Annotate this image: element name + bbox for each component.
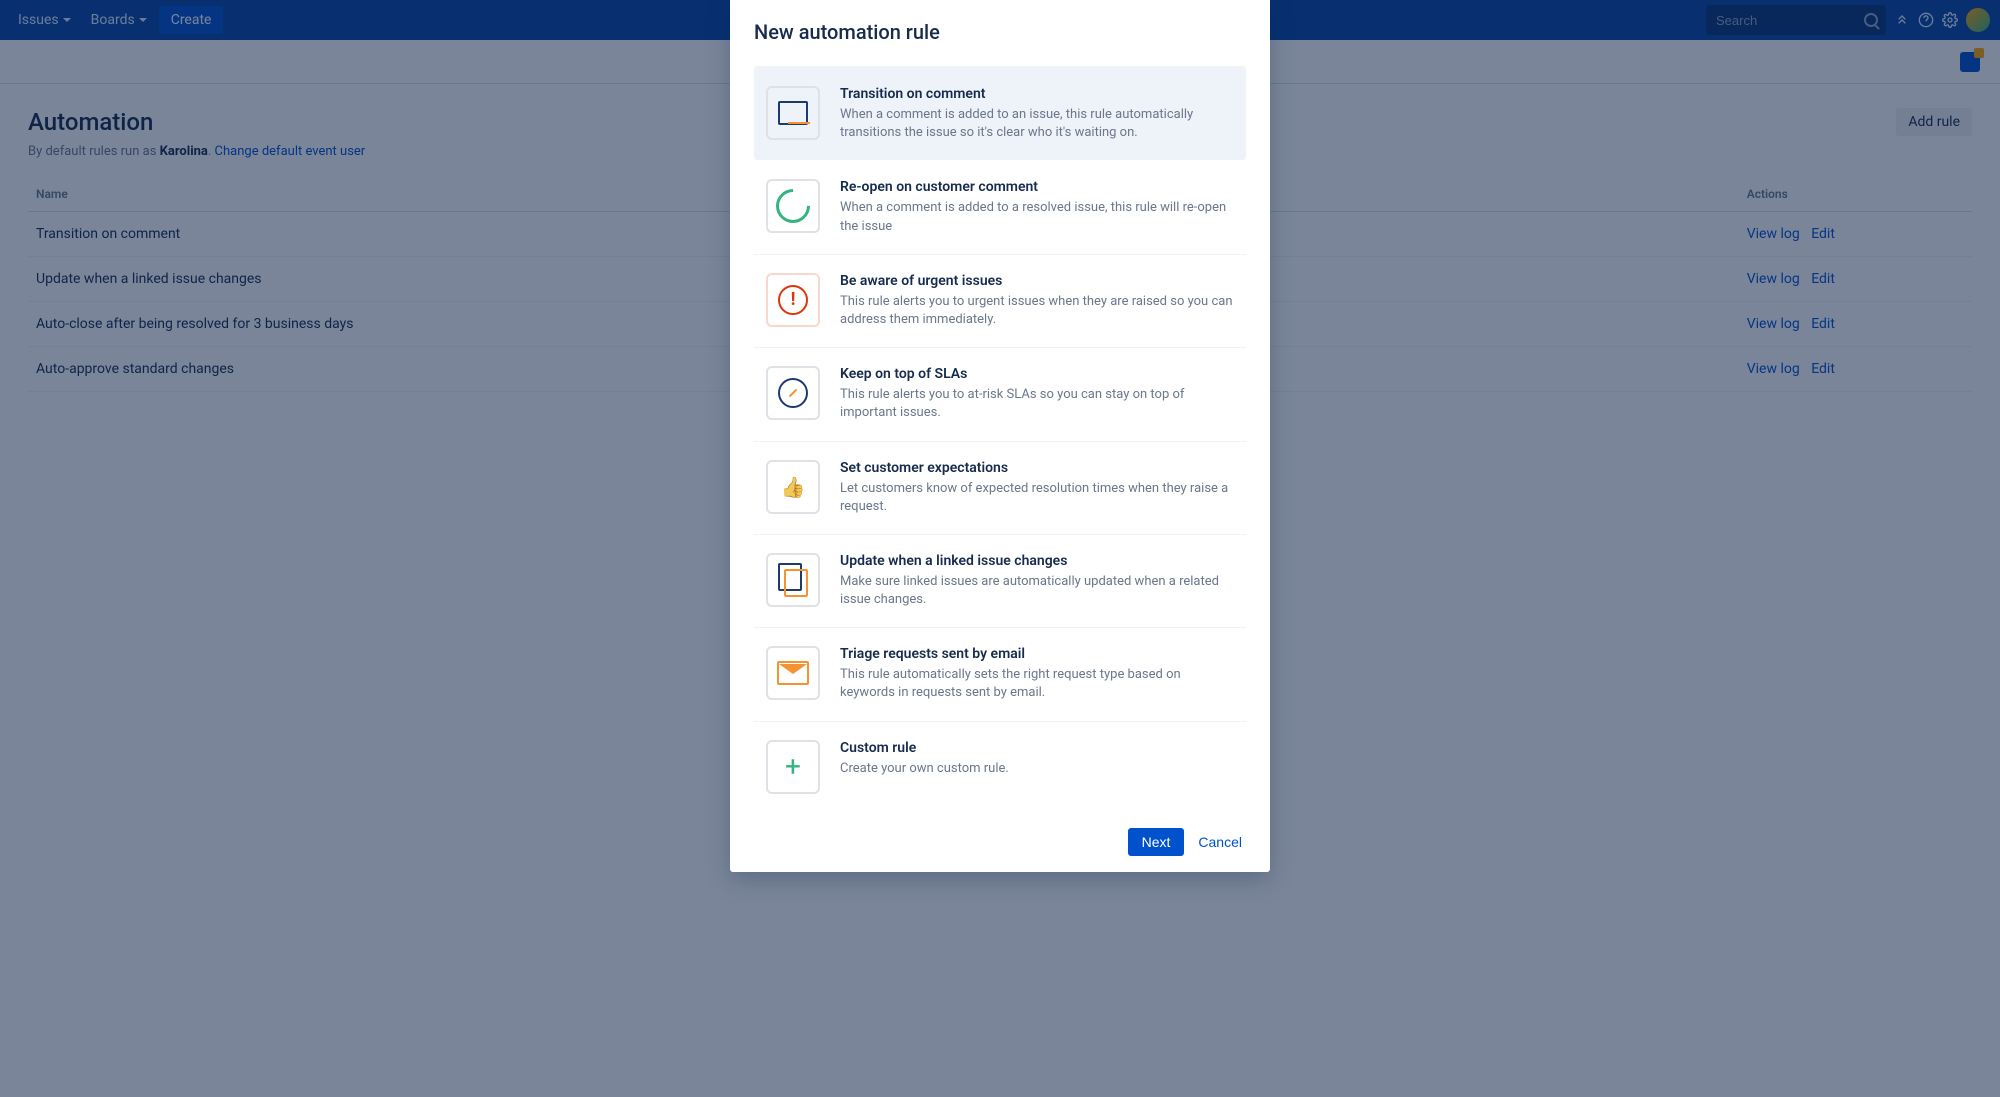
new-rule-modal: New automation rule Transition on commen… [730,0,1270,872]
option-desc: Make sure linked issues are automaticall… [840,573,1234,609]
option-title: Update when a linked issue changes [840,553,1234,569]
option-text: Update when a linked issue changes Make … [840,553,1234,609]
option-text: Custom rule Create your own custom rule. [840,740,1009,794]
rule-option-urgent-issues[interactable]: Be aware of urgent issues This rule aler… [754,254,1246,347]
option-title: Custom rule [840,740,1009,756]
rule-option-customer-expectations[interactable]: Set customer expectations Let customers … [754,441,1246,534]
option-desc: Let customers know of expected resolutio… [840,480,1234,516]
option-desc: When a comment is added to a resolved is… [840,199,1234,235]
rule-option-linked-issue[interactable]: Update when a linked issue changes Make … [754,534,1246,627]
alert-icon [766,273,820,327]
transition-icon [766,86,820,140]
option-title: Re-open on customer comment [840,179,1234,195]
option-text: Re-open on customer comment When a comme… [840,179,1234,235]
option-text: Triage requests sent by email This rule … [840,646,1234,702]
modal-footer: Next Cancel [730,812,1270,872]
rule-option-reopen-customer-comment[interactable]: Re-open on customer comment When a comme… [754,160,1246,253]
option-desc: When a comment is added to an issue, thi… [840,106,1234,142]
modal-title: New automation rule [730,0,1270,60]
option-title: Transition on comment [840,86,1234,102]
rule-option-custom[interactable]: Custom rule Create your own custom rule. [754,721,1246,812]
stopwatch-icon [766,366,820,420]
reopen-icon [766,179,820,233]
rule-option-slas[interactable]: Keep on top of SLAs This rule alerts you… [754,347,1246,440]
option-title: Triage requests sent by email [840,646,1234,662]
next-button[interactable]: Next [1128,828,1185,856]
option-desc: This rule alerts you to urgent issues wh… [840,293,1234,329]
option-text: Transition on comment When a comment is … [840,86,1234,142]
option-title: Keep on top of SLAs [840,366,1234,382]
plus-icon [766,740,820,794]
linked-issue-icon [766,553,820,607]
option-desc: This rule automatically sets the right r… [840,666,1234,702]
option-desc: Create your own custom rule. [840,760,1009,778]
option-text: Be aware of urgent issues This rule aler… [840,273,1234,329]
option-title: Set customer expectations [840,460,1234,476]
rule-option-transition-on-comment[interactable]: Transition on comment When a comment is … [754,67,1246,160]
cancel-button[interactable]: Cancel [1194,828,1246,856]
option-title: Be aware of urgent issues [840,273,1234,289]
thumbs-up-icon [766,460,820,514]
rule-option-triage-email[interactable]: Triage requests sent by email This rule … [754,627,1246,720]
email-icon [766,646,820,700]
option-text: Keep on top of SLAs This rule alerts you… [840,366,1234,422]
option-text: Set customer expectations Let customers … [840,460,1234,516]
modal-body: Transition on comment When a comment is … [730,60,1270,812]
option-desc: This rule alerts you to at-risk SLAs so … [840,386,1234,422]
